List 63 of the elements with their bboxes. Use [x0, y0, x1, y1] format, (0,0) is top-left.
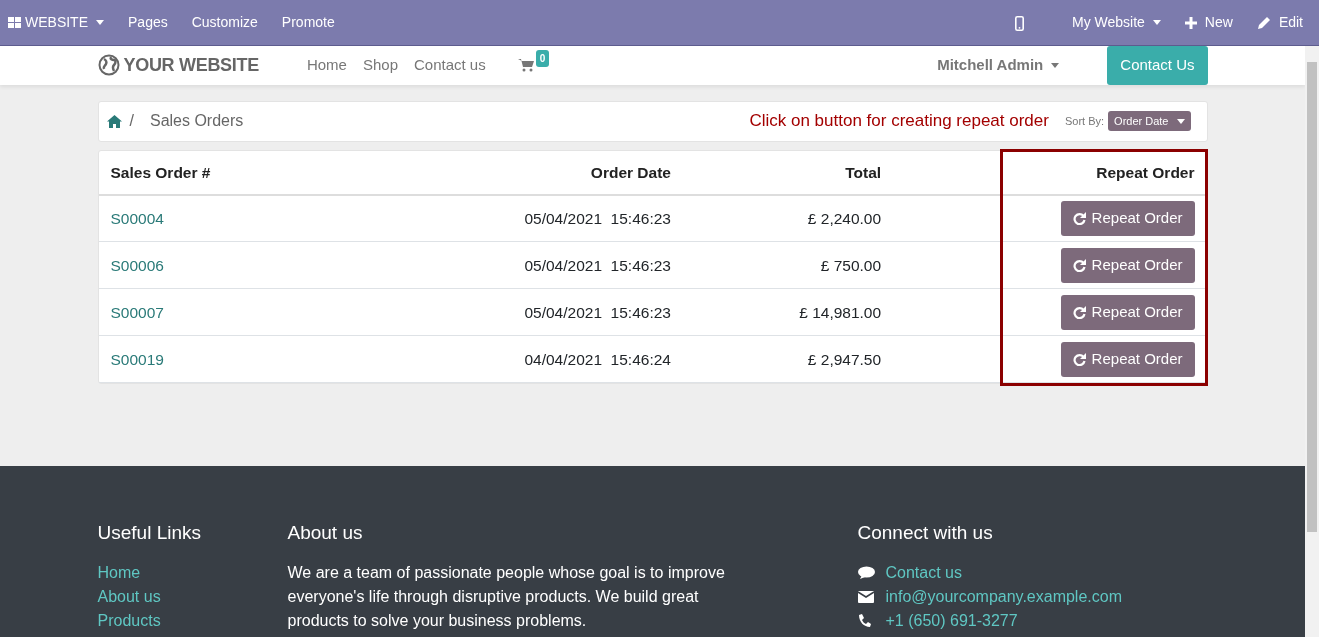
- apps-grid-icon: [8, 16, 21, 29]
- app-menu[interactable]: WEBSITE: [8, 12, 104, 33]
- cart-count-badge: 0: [535, 50, 550, 68]
- footer-link[interactable]: About us: [97, 585, 288, 610]
- home-icon[interactable]: [106, 114, 122, 128]
- breadcrumb-separator: /: [129, 111, 134, 131]
- repeat-order-button[interactable]: Repeat Order: [1060, 342, 1195, 377]
- pencil-icon: [1256, 15, 1271, 30]
- footer-heading: About us: [287, 522, 364, 546]
- order-link[interactable]: S00007: [110, 303, 164, 321]
- annotation-text: Click on button for creating repeat order: [749, 110, 1049, 133]
- site-logo[interactable]: YOUR WEBSITE: [97, 51, 259, 79]
- order-link[interactable]: S00004: [110, 209, 164, 227]
- caret-icon: [1176, 118, 1185, 124]
- column-header: Order Date: [344, 150, 683, 195]
- table-cell: 05/04/2021 15:46:23: [344, 241, 683, 289]
- repeat-order-button[interactable]: Repeat Order: [1060, 295, 1195, 330]
- user-menu[interactable]: Mitchell Admin: [937, 54, 1060, 77]
- table-cell: £ 750.00: [682, 241, 894, 289]
- nav-link[interactable]: Shop: [362, 54, 398, 77]
- footer-link[interactable]: Home: [97, 561, 288, 586]
- repeat-order-button[interactable]: Repeat Order: [1060, 201, 1195, 236]
- globe-icon: [97, 54, 120, 77]
- repeat-order-button[interactable]: Repeat Order: [1060, 248, 1195, 283]
- breadcrumb-current: Sales Orders: [149, 111, 244, 131]
- table-cell: 04/04/2021 15:46:24: [344, 335, 683, 383]
- footer-link[interactable]: Products: [97, 609, 288, 634]
- edit-button[interactable]: Edit: [1256, 12, 1303, 33]
- footer-heading: Connect with us: [857, 522, 994, 546]
- plus-icon: [1184, 16, 1197, 29]
- contact-us-button[interactable]: Contact Us: [1107, 46, 1208, 85]
- redo-icon: [1072, 352, 1086, 366]
- about-text: We are a team of passionate people whose goal is to improve everyone's life through disruptive products. We build great products to solve your business problems.: [287, 563, 726, 632]
- redo-icon: [1072, 212, 1086, 225]
- table-cell: 05/04/2021 15:46:23: [344, 194, 683, 242]
- menu-link[interactable]: Promote: [281, 12, 335, 33]
- column-header: Sales Order #: [98, 150, 345, 195]
- caret-icon: [1152, 20, 1161, 25]
- sort-dropdown[interactable]: Order Date: [1108, 110, 1191, 132]
- table-cell: £ 2,947.50: [682, 335, 894, 383]
- new-button[interactable]: New: [1184, 12, 1233, 33]
- table-cell: £ 2,240.00: [682, 194, 894, 242]
- caret-icon: [96, 20, 104, 25]
- column-header: Repeat Order: [893, 150, 1207, 195]
- column-header: Total: [682, 150, 894, 195]
- speech-bubble-icon: [857, 566, 878, 581]
- menu-link[interactable]: Customize: [191, 12, 258, 33]
- website-menu[interactable]: My Website: [1072, 12, 1161, 33]
- footer-heading: Useful Links: [97, 522, 202, 546]
- nav-link[interactable]: Home: [306, 54, 347, 77]
- order-link[interactable]: S00006: [110, 256, 164, 274]
- redo-icon: [1072, 305, 1086, 319]
- order-link[interactable]: S00019: [110, 350, 164, 368]
- contact-link[interactable]: +1 (650) 691-3277: [885, 609, 1018, 634]
- contact-link[interactable]: Contact us: [885, 561, 962, 586]
- nav-link[interactable]: Contact us: [414, 54, 486, 77]
- menu-link[interactable]: Pages: [128, 12, 168, 33]
- sort-label: Sort By:: [1064, 113, 1105, 129]
- caret-icon: [1051, 62, 1060, 68]
- table-cell: 05/04/2021 15:46:23: [344, 288, 683, 336]
- table-cell: £ 14,981.00: [682, 288, 894, 336]
- redo-icon: [1072, 258, 1086, 272]
- contact-link[interactable]: info@yourcompany.example.com: [885, 585, 1122, 610]
